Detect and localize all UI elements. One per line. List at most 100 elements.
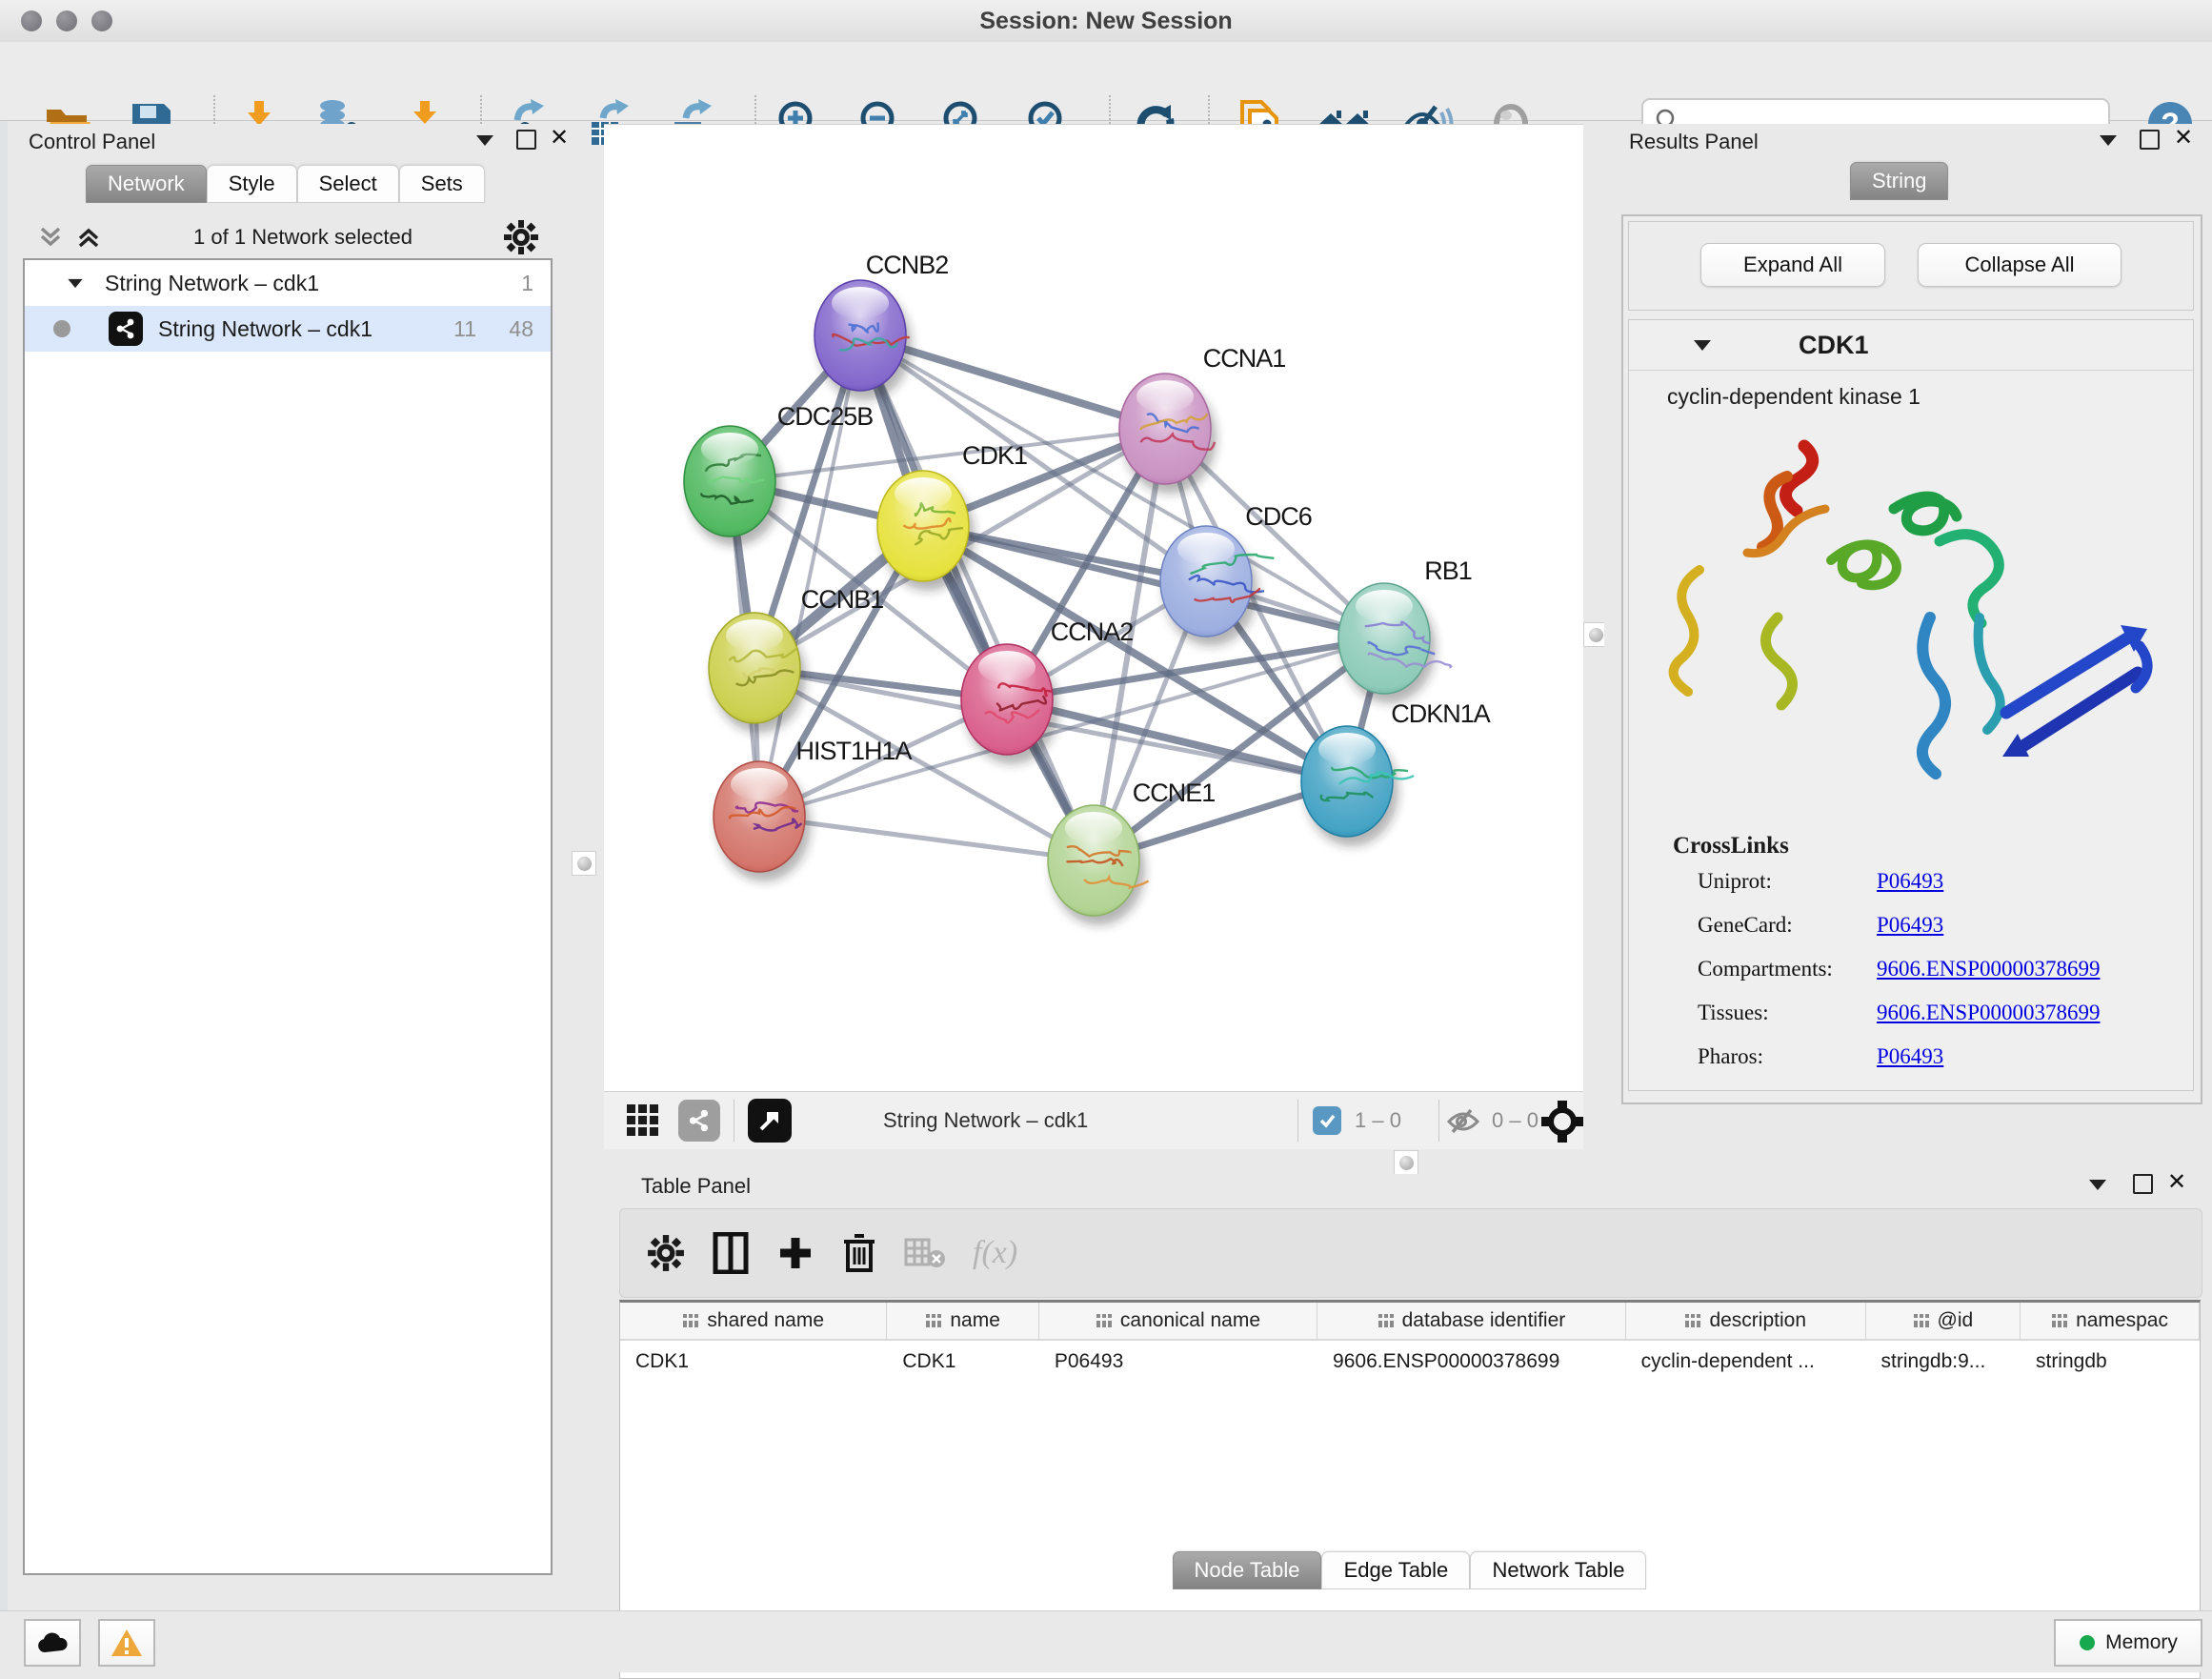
node-label-RB1: RB1 <box>1424 556 1472 585</box>
tab-select[interactable]: Select <box>297 165 399 203</box>
node-label-CCNB2: CCNB2 <box>866 251 949 279</box>
birdseye-view-icon[interactable] <box>678 1100 720 1142</box>
crosslink-label: GeneCard: <box>1698 913 1877 957</box>
crosslinks-list: Uniprot:P06493GeneCard:P06493Compartment… <box>1698 869 2193 1088</box>
show-columns-icon[interactable] <box>712 1232 750 1274</box>
result-gene-name: CDK1 <box>1799 331 1869 360</box>
panel-float-icon[interactable] <box>516 130 536 150</box>
clear-table-icon <box>904 1236 946 1270</box>
collapse-all-icon[interactable] <box>36 225 65 250</box>
column-type-icon <box>1377 1313 1395 1328</box>
node-CDKN1A[interactable] <box>1301 726 1414 846</box>
left-splitter-handle[interactable] <box>572 851 596 876</box>
edge-CCNB2-CCNE1[interactable] <box>860 335 1094 860</box>
tab-network[interactable]: Network <box>86 165 207 203</box>
network-canvas[interactable]: CCNB2CCNA1CDC25BCDK1CDC6RB1CCNB1CCNA2CDK… <box>604 124 1583 1092</box>
gear-icon[interactable] <box>503 219 539 255</box>
panel-close-icon[interactable]: ✕ <box>550 130 569 146</box>
node-result-header[interactable]: CDK1 <box>1629 320 2193 371</box>
collection-count: 1 <box>521 271 533 296</box>
expand-all-button[interactable]: Expand All <box>1700 243 1885 287</box>
tab-network-table[interactable]: Network Table <box>1470 1551 1646 1589</box>
node-CDK1[interactable] <box>877 471 975 591</box>
crosslink-value-link[interactable]: P06493 <box>1877 1044 1943 1088</box>
table-cell[interactable]: stringdb:9... <box>1866 1341 2021 1383</box>
crosslink-label: Compartments: <box>1698 957 1877 1001</box>
column-header-canonical-name[interactable]: canonical name <box>1039 1303 1317 1339</box>
crosslink-value-link[interactable]: 9606.ENSP00000378699 <box>1877 957 2101 1001</box>
window-title: Session: New Session <box>0 8 2212 35</box>
column-header-namespac[interactable]: namespac <box>2021 1303 2200 1339</box>
table-cell[interactable]: stringdb <box>2021 1341 2200 1383</box>
expand-all-icon[interactable] <box>74 225 103 250</box>
hidden-eye-icon <box>1446 1107 1480 1136</box>
node-count: 11 <box>453 316 476 342</box>
network-graph[interactable]: CCNB2CCNA1CDC25BCDK1CDC6RB1CCNB1CCNA2CDK… <box>604 125 1583 1092</box>
current-network-name: String Network – cdk1 <box>883 1108 1088 1133</box>
node-RB1[interactable] <box>1338 583 1451 703</box>
node-CDC6[interactable] <box>1160 526 1274 646</box>
tab-sets[interactable]: Sets <box>399 165 485 203</box>
collapse-all-button[interactable]: Collapse All <box>1918 243 2122 287</box>
title-bar: Session: New Session <box>0 0 2212 43</box>
section-expander-icon[interactable] <box>1694 340 1711 351</box>
table-cell[interactable]: P06493 <box>1039 1341 1317 1383</box>
network-label: String Network – cdk1 <box>158 316 372 342</box>
column-type-icon <box>925 1313 942 1328</box>
column-header-@id[interactable]: @id <box>1866 1303 2021 1339</box>
result-gene-description: cyclin-dependent kinase 1 <box>1667 384 2193 410</box>
panel-close-icon[interactable]: ✕ <box>2174 130 2193 146</box>
toolbar-divider <box>1438 1100 1439 1142</box>
node-label-CCNA2: CCNA2 <box>1051 617 1134 646</box>
table-cell[interactable]: CDK1 <box>887 1341 1039 1383</box>
crosshair-icon[interactable] <box>1541 1101 1583 1143</box>
crosslink-value-link[interactable]: 9606.ENSP00000378699 <box>1877 1001 2101 1044</box>
column-header-description[interactable]: description <box>1626 1303 1866 1339</box>
expand-collapse-bar: Expand All Collapse All <box>1628 221 2194 311</box>
node-CCNB2[interactable] <box>814 280 912 400</box>
open-in-window-icon[interactable] <box>748 1099 792 1143</box>
control-panel: Control Panel ✕ NetworkStyleSelectSets 1… <box>10 124 564 1586</box>
panel-float-icon[interactable] <box>2133 1174 2153 1194</box>
tab-style[interactable]: Style <box>207 165 297 203</box>
results-panel-title: Results Panel <box>1629 130 1759 154</box>
horizontal-splitter-handle[interactable] <box>1394 1150 1418 1175</box>
network-row-selected[interactable]: String Network – cdk1 11 48 <box>25 306 551 352</box>
crosslink-value-link[interactable]: P06493 <box>1877 913 1943 957</box>
panel-menu-icon[interactable] <box>476 135 493 146</box>
tab-string[interactable]: String <box>1850 162 1948 200</box>
warning-status-button[interactable] <box>98 1619 155 1667</box>
column-header-database-identifier[interactable]: database identifier <box>1317 1303 1626 1339</box>
panel-menu-icon[interactable] <box>2100 135 2117 146</box>
table-cell[interactable]: cyclin-dependent ... <box>1626 1341 1866 1383</box>
table-cell[interactable]: CDK1 <box>620 1341 887 1383</box>
node-label-CCNA1: CCNA1 <box>1203 344 1286 373</box>
collection-expander-icon[interactable] <box>68 278 82 287</box>
add-column-icon[interactable] <box>776 1234 814 1272</box>
delete-column-icon[interactable] <box>841 1232 877 1274</box>
node-label-CDK1: CDK1 <box>962 441 1027 470</box>
network-collection-row[interactable]: String Network – cdk1 1 <box>25 260 551 306</box>
table-gear-icon[interactable] <box>647 1234 685 1272</box>
panel-float-icon[interactable] <box>2140 130 2160 150</box>
node-CCNA2[interactable] <box>961 644 1058 764</box>
column-header-shared-name[interactable]: shared name <box>620 1303 887 1339</box>
node-HIST1H1A[interactable] <box>714 761 811 881</box>
memory-button[interactable]: Memory <box>2054 1619 2202 1667</box>
tab-edge-table[interactable]: Edge Table <box>1321 1551 1470 1589</box>
crosslink-row: Tissues:9606.ENSP00000378699 <box>1698 1001 2193 1044</box>
node-CCNE1[interactable] <box>1048 805 1149 925</box>
hidden-count: 0 – 0 <box>1492 1108 1538 1133</box>
selected-checkbox-icon[interactable] <box>1313 1106 1341 1135</box>
panel-close-icon[interactable]: ✕ <box>2167 1174 2186 1190</box>
table-cell[interactable]: 9606.ENSP00000378699 <box>1317 1341 1626 1383</box>
tab-node-table[interactable]: Node Table <box>1173 1551 1322 1589</box>
table-tabs: Node TableEdge TableNetwork Table <box>607 1551 2212 1589</box>
crosslink-value-link[interactable]: P06493 <box>1877 869 1943 913</box>
panel-menu-icon[interactable] <box>2089 1180 2106 1190</box>
cloud-status-button[interactable] <box>24 1619 81 1667</box>
node-label-HIST1H1A: HIST1H1A <box>795 737 912 765</box>
column-header-name[interactable]: name <box>887 1303 1038 1339</box>
table-row[interactable]: CDK1CDK1P064939606.ENSP00000378699cyclin… <box>620 1341 2200 1383</box>
grid-view-icon[interactable] <box>625 1102 661 1139</box>
